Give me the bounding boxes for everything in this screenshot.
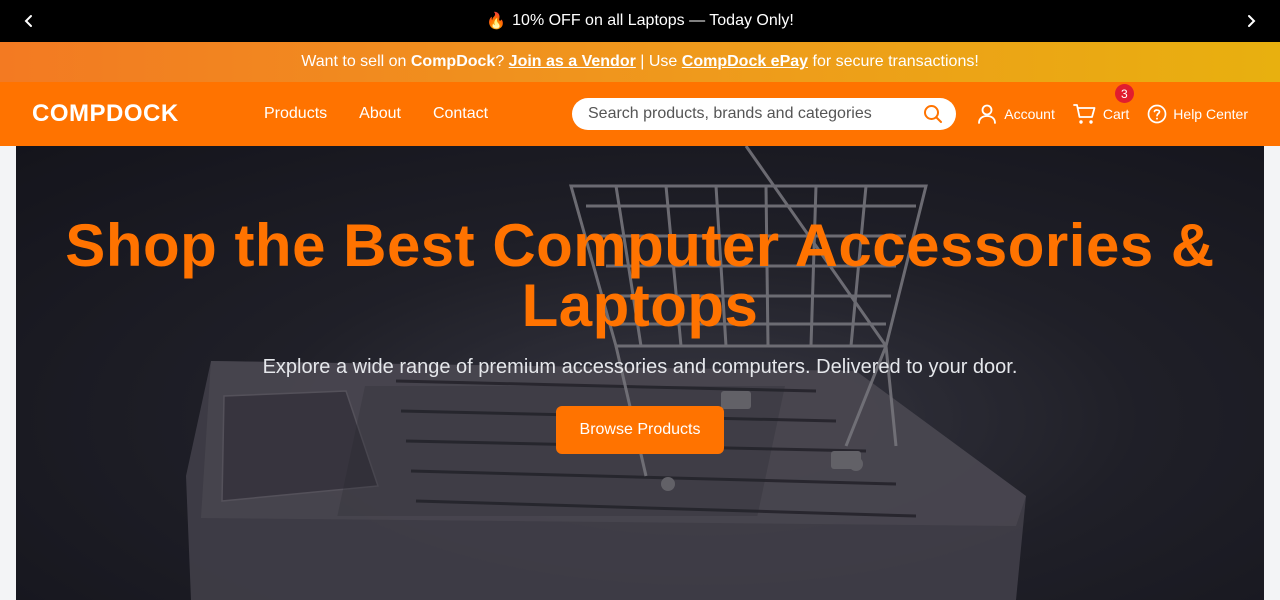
vendor-bar: Want to sell on CompDock? Join as a Vend… bbox=[0, 42, 1280, 82]
promo-bar: 🔥 10% OFF on all Laptops — Today Only! bbox=[0, 0, 1280, 42]
nav-products[interactable]: Products bbox=[264, 105, 327, 123]
search-bar bbox=[572, 98, 956, 130]
vendor-brand: CompDock bbox=[410, 53, 496, 70]
hero-subtitle: Explore a wide range of premium accessor… bbox=[262, 356, 1018, 378]
vendor-suffix: for secure transactions! bbox=[808, 53, 979, 70]
search-button[interactable] bbox=[922, 103, 944, 125]
help-center-button[interactable]: Help Center bbox=[1147, 104, 1248, 124]
account-label: Account bbox=[1004, 106, 1055, 122]
help-center-label: Help Center bbox=[1173, 106, 1248, 122]
cart-button[interactable]: Cart 3 bbox=[1072, 84, 1134, 126]
join-vendor-link[interactable]: Join as a Vendor bbox=[509, 53, 636, 71]
search-icon bbox=[924, 105, 942, 123]
promo-next-button[interactable] bbox=[1230, 0, 1272, 42]
chevron-left-icon bbox=[24, 15, 32, 27]
nav-contact[interactable]: Contact bbox=[433, 105, 488, 123]
hero-banner: Shop the Best Computer Accessories & Lap… bbox=[16, 146, 1264, 600]
cart-label: Cart bbox=[1102, 106, 1130, 122]
search-input[interactable] bbox=[588, 105, 922, 123]
vendor-mid: | Use bbox=[635, 53, 682, 70]
flame-icon: 🔥 bbox=[486, 13, 507, 30]
vendor-q: ? bbox=[495, 53, 509, 70]
cart-icon bbox=[1072, 104, 1096, 124]
epay-link[interactable]: CompDock ePay bbox=[682, 53, 808, 71]
user-icon bbox=[978, 104, 997, 124]
hero-title: Shop the Best Computer Accessories & Lap… bbox=[65, 212, 1215, 339]
chevron-right-icon bbox=[1248, 15, 1256, 27]
vendor-prefix: Want to sell on bbox=[301, 53, 411, 70]
help-icon bbox=[1147, 104, 1167, 124]
promo-prev-button[interactable] bbox=[8, 0, 50, 42]
promo-text: 10% OFF on all Laptops — Today Only! bbox=[512, 12, 794, 29]
nav-about[interactable]: About bbox=[359, 105, 401, 123]
browse-products-button[interactable]: Browse Products bbox=[556, 406, 724, 454]
main-nav: Products About Contact bbox=[264, 82, 488, 146]
cart-count-badge: 3 bbox=[1114, 84, 1134, 103]
header-actions: Account Cart 3 Help Center bbox=[976, 82, 1248, 146]
main-header: COMPDOCK Products About Contact Account … bbox=[0, 82, 1280, 146]
account-button[interactable]: Account bbox=[976, 103, 1055, 125]
site-logo[interactable]: COMPDOCK bbox=[32, 82, 179, 146]
